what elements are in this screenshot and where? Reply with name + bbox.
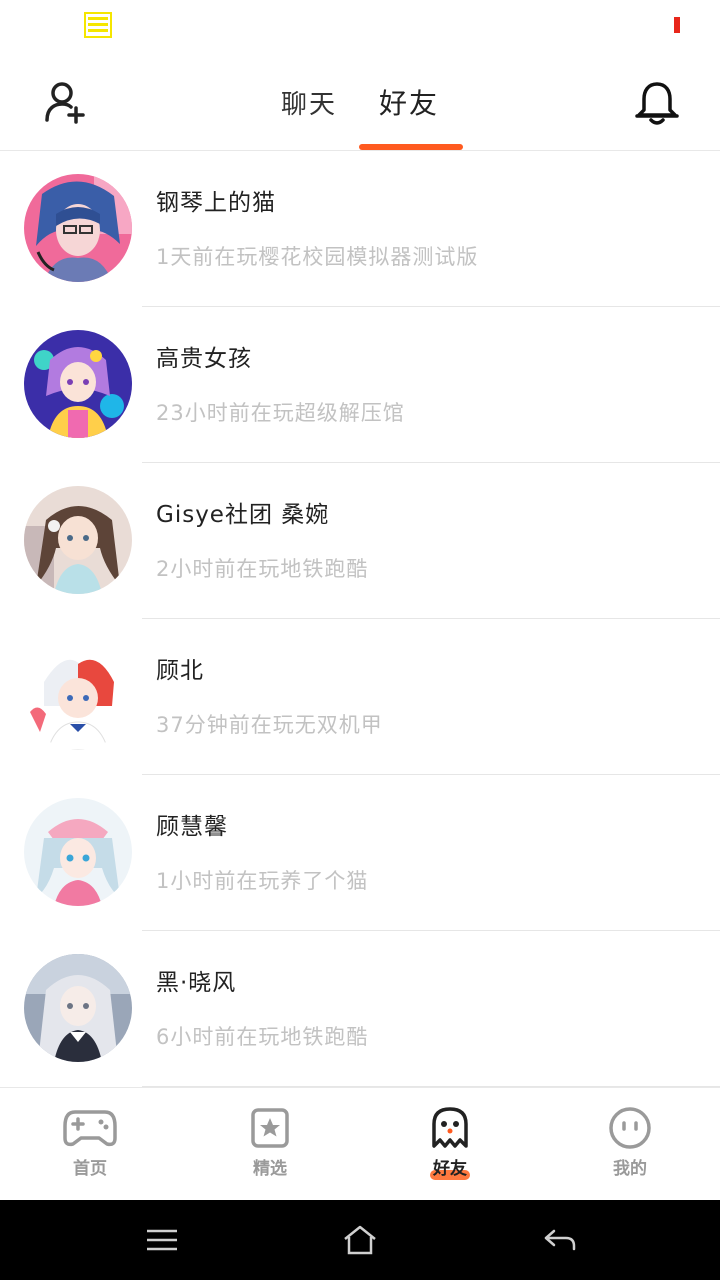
menu-lines-icon bbox=[147, 1229, 177, 1251]
avatar[interactable] bbox=[24, 486, 132, 594]
menu-icon bbox=[84, 12, 112, 38]
friend-status: 1天前在玩樱花校园模拟器测试版 bbox=[156, 245, 479, 269]
friend-list: 钢琴上的猫 1天前在玩樱花校园模拟器测试版 高贵女孩 23小时前在玩超级解压馆 … bbox=[0, 151, 720, 1087]
friend-status: 6小时前在玩地铁跑酷 bbox=[156, 1025, 369, 1049]
tab-friends[interactable]: 好友 bbox=[379, 82, 439, 122]
nav-label: 好友 bbox=[433, 1159, 467, 1179]
ghost-icon bbox=[422, 1104, 478, 1152]
status-bar bbox=[0, 0, 720, 52]
friend-row[interactable]: Gisye社团 桑婉 2小时前在玩地铁跑酷 bbox=[0, 463, 720, 619]
battery-indicator bbox=[674, 17, 680, 33]
nav-label: 首页 bbox=[73, 1159, 107, 1179]
nav-item-featured[interactable]: 精选 bbox=[180, 1088, 360, 1201]
system-nav-bar bbox=[0, 1200, 720, 1280]
friend-row[interactable]: 黑·晓风 6小时前在玩地铁跑酷 bbox=[0, 931, 720, 1087]
bell-icon bbox=[635, 82, 679, 125]
add-user-icon bbox=[45, 82, 85, 124]
nav-item-me[interactable]: 我的 bbox=[540, 1088, 720, 1201]
friend-status: 2小时前在玩地铁跑酷 bbox=[156, 557, 369, 581]
friend-status: 23小时前在玩超级解压馆 bbox=[156, 401, 405, 425]
app-screen: 聊天 好友 钢琴上的猫 1天前在玩樱花校园模拟器测试版 高贵女孩 23小时前在玩… bbox=[0, 0, 720, 1280]
friend-name: 顾慧馨 bbox=[156, 814, 228, 840]
friend-name: 高贵女孩 bbox=[156, 346, 252, 372]
bottom-nav: 首页 精选 好友 我的 bbox=[0, 1087, 720, 1200]
friend-row[interactable]: 顾北 37分钟前在玩无双机甲 bbox=[0, 619, 720, 775]
friend-name: 钢琴上的猫 bbox=[156, 190, 276, 216]
nav-label: 我的 bbox=[613, 1159, 647, 1179]
notification-button[interactable] bbox=[630, 76, 684, 130]
back-arrow-icon bbox=[544, 1229, 576, 1251]
tab-chat[interactable]: 聊天 bbox=[281, 82, 337, 122]
avatar[interactable] bbox=[24, 174, 132, 282]
friend-name: 顾北 bbox=[156, 658, 204, 684]
star-badge-icon bbox=[242, 1104, 298, 1152]
friend-name: Gisye社团 桑婉 bbox=[156, 502, 330, 528]
add-friend-button[interactable] bbox=[40, 78, 90, 128]
face-icon bbox=[602, 1104, 658, 1152]
avatar[interactable] bbox=[24, 954, 132, 1062]
nav-item-home[interactable]: 首页 bbox=[0, 1088, 180, 1201]
home-icon bbox=[344, 1225, 376, 1255]
active-tab-indicator bbox=[359, 144, 463, 150]
friend-row[interactable]: 高贵女孩 23小时前在玩超级解压馆 bbox=[0, 307, 720, 463]
avatar[interactable] bbox=[24, 642, 132, 750]
avatar[interactable] bbox=[24, 330, 132, 438]
friend-name: 黑·晓风 bbox=[156, 970, 237, 996]
system-back-button[interactable] bbox=[540, 1220, 580, 1260]
nav-item-friends[interactable]: 好友 bbox=[360, 1088, 540, 1201]
system-home-button[interactable] bbox=[340, 1220, 380, 1260]
avatar[interactable] bbox=[24, 798, 132, 906]
gamepad-icon bbox=[62, 1104, 118, 1152]
friend-status: 1小时前在玩养了个猫 bbox=[156, 869, 369, 893]
friend-status: 37分钟前在玩无双机甲 bbox=[156, 713, 383, 737]
friend-row[interactable]: 钢琴上的猫 1天前在玩樱花校园模拟器测试版 bbox=[0, 151, 720, 307]
system-menu-button[interactable] bbox=[142, 1220, 182, 1260]
top-bar: 聊天 好友 bbox=[0, 52, 720, 151]
nav-label: 精选 bbox=[253, 1159, 287, 1179]
friend-row[interactable]: 顾慧馨 1小时前在玩养了个猫 bbox=[0, 775, 720, 931]
